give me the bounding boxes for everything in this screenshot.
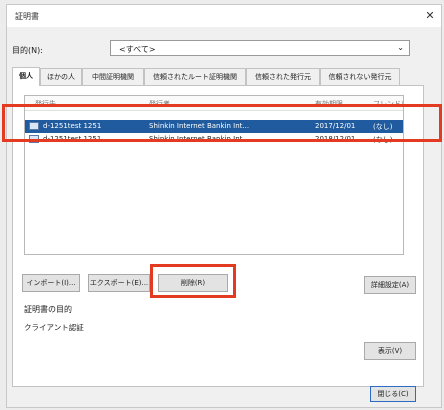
chevron-down-icon: ⌄ [397,43,404,52]
view-button[interactable]: 表示(V) [364,342,416,360]
close-button[interactable]: 閉じる(C) [370,386,416,402]
tab-trusted-root-ca[interactable]: 信頼されたルート証明機関 [144,68,246,85]
purpose-select[interactable]: <すべて> ⌄ [110,40,410,56]
import-button[interactable]: インポート(I)... [22,274,80,292]
close-icon[interactable]: ✕ [423,9,437,23]
title-bar: 証明書 ✕ [7,5,441,27]
advanced-button[interactable]: 詳細設定(A) [364,276,416,294]
delete-button-highlight [150,264,236,298]
tab-untrusted-publishers[interactable]: 信頼されない発行元 [320,68,400,85]
export-button[interactable]: エクスポート(E)... [88,274,150,292]
tab-personal[interactable]: 個人 [12,67,40,86]
selected-row-highlight [2,104,442,142]
tab-trusted-publishers[interactable]: 信頼された発行元 [246,68,320,85]
window-title: 証明書 [15,12,39,21]
purpose-label: 目的(N): [12,46,43,55]
tab-intermediate-ca[interactable]: 中間証明機関 [82,68,144,85]
certificate-purposes-value: クライアント認証 [24,323,84,332]
tab-other-people[interactable]: ほかの人 [40,68,82,85]
purpose-select-value: <すべて> [119,45,156,54]
certificate-purposes-label: 証明書の目的 [24,305,72,314]
